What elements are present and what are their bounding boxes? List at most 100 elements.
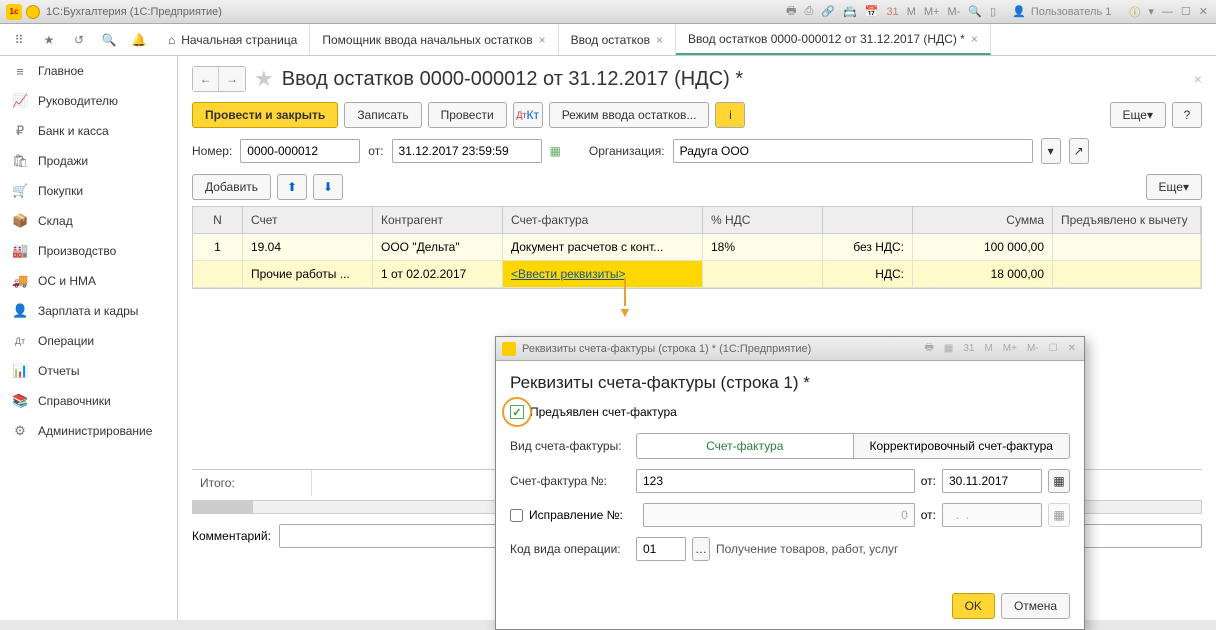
calc-icon[interactable]: 📇	[841, 5, 859, 18]
more-button[interactable]: Еще ▾	[1110, 102, 1166, 128]
back-button[interactable]: ←	[193, 67, 219, 91]
tab-home[interactable]: ⌂ Начальная страница	[158, 25, 310, 55]
sidebar-item-label: Операции	[38, 334, 94, 348]
cell-n: 1	[193, 234, 243, 260]
add-row-button[interactable]: Добавить	[192, 174, 271, 200]
maximize-button[interactable]: ☐	[1179, 5, 1193, 18]
zoom-icon[interactable]: 🔍	[966, 5, 984, 18]
close-button[interactable]: ✕	[1197, 5, 1210, 18]
m-minus-icon[interactable]: M-	[1025, 343, 1041, 354]
print-icon[interactable]: 🖶	[784, 2, 798, 21]
link-icon[interactable]: 🔗	[819, 5, 837, 18]
cell-n	[193, 261, 243, 287]
sidebar-item-purchases[interactable]: 🛒Покупки	[0, 176, 177, 206]
table-row[interactable]: 1 19.04 ООО "Дельта" Документ расчетов с…	[193, 234, 1201, 261]
invoice-date-label: от:	[921, 474, 936, 488]
number-input[interactable]	[240, 139, 360, 163]
sidebar-item-production[interactable]: 🏭Производство	[0, 236, 177, 266]
date-icon[interactable]: 31	[884, 6, 900, 18]
date-icon[interactable]: 31	[961, 343, 976, 354]
help-button[interactable]: ?	[1172, 102, 1202, 128]
close-icon[interactable]: ×	[656, 33, 663, 47]
preview-icon[interactable]: ⎙	[803, 5, 816, 18]
favorite-icon[interactable]: ★	[34, 25, 64, 55]
date-input[interactable]	[392, 139, 542, 163]
save-button[interactable]: Записать	[344, 102, 421, 128]
correction-date-input[interactable]	[942, 503, 1042, 527]
sidebar-item-bank[interactable]: ₽Банк и касса	[0, 116, 177, 146]
sidebar-item-manager[interactable]: 📈Руководителю	[0, 86, 177, 116]
table-more-button[interactable]: Еще ▾	[1146, 174, 1202, 200]
sidebar-item-reports[interactable]: 📊Отчеты	[0, 356, 177, 386]
apps-grid-icon[interactable]: ⠿	[4, 25, 34, 55]
cell-invoice-link[interactable]: <Ввести реквизиты>	[503, 261, 703, 287]
org-open-button[interactable]: ↗	[1069, 138, 1089, 164]
org-select-button[interactable]: ▾	[1041, 138, 1061, 164]
page-close-icon[interactable]: ×	[1194, 71, 1202, 87]
presented-checkbox[interactable]	[510, 405, 524, 419]
org-input[interactable]	[673, 139, 1033, 163]
history-icon[interactable]: ↺	[64, 25, 94, 55]
dtkt-button[interactable]: ДтКт	[513, 102, 543, 128]
correction-num-input[interactable]	[643, 503, 915, 527]
sidebar-item-assets[interactable]: 🚚ОС и НМА	[0, 266, 177, 296]
truck-icon: 🚚	[12, 273, 28, 289]
sidebar-item-admin[interactable]: ⚙Администрирование	[0, 416, 177, 446]
sidebar-item-hr[interactable]: 👤Зарплата и кадры	[0, 296, 177, 326]
op-select-button[interactable]: …	[692, 537, 710, 561]
col-sum: Сумма	[913, 207, 1053, 233]
search-icon[interactable]: 🔍	[94, 25, 124, 55]
op-code-input[interactable]	[636, 537, 686, 561]
star-icon[interactable]: ★	[254, 66, 274, 92]
panel-icon[interactable]: ▯	[988, 5, 998, 18]
calendar-icon[interactable]: 📅	[863, 5, 881, 18]
post-button[interactable]: Провести	[428, 102, 507, 128]
minimize-button[interactable]: —	[1160, 6, 1175, 18]
cancel-button[interactable]: Отмена	[1001, 593, 1070, 619]
notifications-icon[interactable]: 🔔	[124, 25, 154, 55]
tab-assistant[interactable]: Помощник ввода начальных остатков ×	[310, 25, 558, 55]
user-label[interactable]: 👤 Пользователь 1	[1010, 5, 1115, 18]
dialog-footer: OK Отмена	[496, 583, 1084, 629]
m-plus-icon[interactable]: M+	[922, 6, 942, 18]
maximize-icon[interactable]: ☐	[1047, 343, 1060, 354]
toolbar: Провести и закрыть Записать Провести ДтК…	[192, 102, 1202, 128]
info-dd-icon[interactable]: ▾	[1146, 5, 1156, 18]
ok-button[interactable]: OK	[952, 593, 995, 619]
calc-icon[interactable]: ▦	[942, 343, 955, 354]
forward-button[interactable]: →	[219, 67, 245, 91]
table-row[interactable]: Прочие работы ... 1 от 02.02.2017 <Ввест…	[193, 261, 1201, 288]
app-menu-dropdown[interactable]	[26, 5, 40, 19]
m-icon[interactable]: M	[905, 6, 918, 18]
tab-entries[interactable]: Ввод остатков ×	[559, 25, 676, 55]
sidebar-item-catalogs[interactable]: 📚Справочники	[0, 386, 177, 416]
sidebar-item-sales[interactable]: 🛍Продажи	[0, 146, 177, 176]
cell-invoice: Документ расчетов с конт...	[503, 234, 703, 260]
sidebar-item-operations[interactable]: ДтОперации	[0, 326, 177, 356]
post-and-close-button[interactable]: Провести и закрыть	[192, 102, 338, 128]
calendar-icon[interactable]: ▦	[550, 144, 561, 158]
move-down-button[interactable]: ⬇	[313, 174, 343, 200]
sidebar-item-label: Склад	[38, 214, 73, 228]
sidebar-item-main[interactable]: ≡Главное	[0, 56, 177, 86]
invoice-type-standard[interactable]: Счет-фактура	[636, 433, 854, 459]
info-button[interactable]: i	[715, 102, 745, 128]
info-icon[interactable]: ⓘ	[1127, 4, 1142, 20]
m-plus-icon[interactable]: M+	[1001, 343, 1019, 354]
close-icon[interactable]: ×	[539, 33, 546, 47]
close-icon[interactable]: ×	[971, 32, 978, 46]
menu-icon: ≡	[12, 64, 28, 79]
correction-checkbox[interactable]	[510, 509, 523, 522]
invoice-type-correction[interactable]: Корректировочный счет-фактура	[854, 433, 1071, 459]
invoice-num-input[interactable]	[636, 469, 915, 493]
m-icon[interactable]: M	[982, 343, 994, 354]
invoice-date-input[interactable]	[942, 469, 1042, 493]
move-up-button[interactable]: ⬆	[277, 174, 307, 200]
mode-button[interactable]: Режим ввода остатков...	[549, 102, 710, 128]
sidebar-item-warehouse[interactable]: 📦Склад	[0, 206, 177, 236]
print-icon[interactable]: 🖶	[922, 340, 935, 357]
calendar-button[interactable]: ▦	[1048, 469, 1070, 493]
close-icon[interactable]: ✕	[1066, 343, 1078, 354]
tab-current[interactable]: Ввод остатков 0000-000012 от 31.12.2017 …	[676, 25, 991, 55]
m-minus-icon[interactable]: M-	[945, 6, 962, 18]
